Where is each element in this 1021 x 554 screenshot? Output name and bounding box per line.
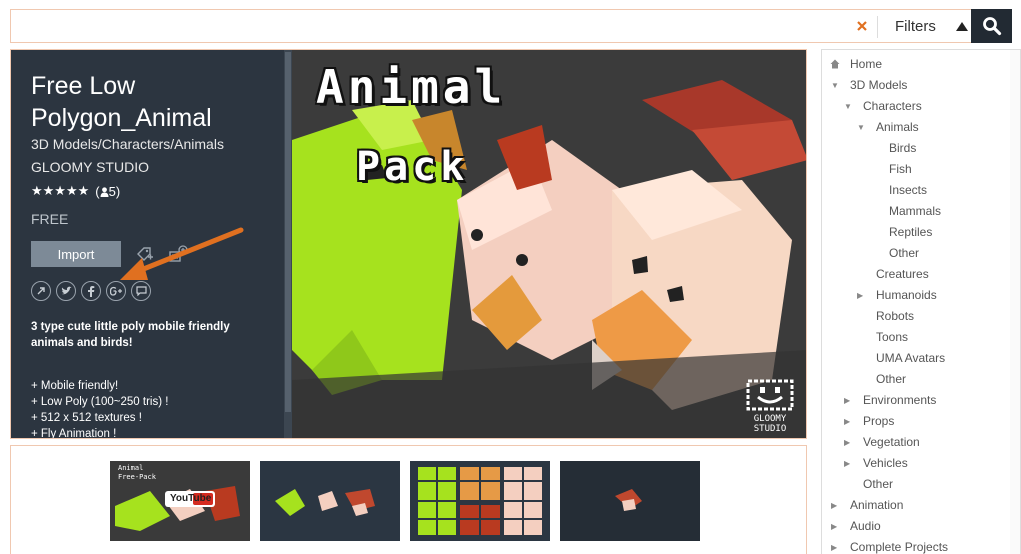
rating-count-wrapper[interactable]: (5) bbox=[95, 184, 120, 199]
sidebar-item-robots[interactable]: Robots bbox=[876, 309, 914, 324]
sidebar-item-mammals[interactable]: Mammals bbox=[889, 204, 941, 219]
feature-item: + Fly Animation ! bbox=[31, 428, 117, 439]
sidebar-item-audio[interactable]: Audio bbox=[850, 519, 881, 534]
caret-right-icon[interactable]: ▶ bbox=[857, 288, 863, 303]
scrollbar-thumb[interactable] bbox=[285, 52, 291, 412]
product-panel: Free Low Polygon_Animal 3D Models/Charac… bbox=[10, 49, 807, 439]
sidebar-item-insects[interactable]: Insects bbox=[889, 183, 927, 198]
search-button[interactable] bbox=[971, 9, 1012, 43]
home-icon bbox=[830, 59, 840, 69]
caret-down-icon[interactable]: ▼ bbox=[831, 78, 839, 93]
search-icon bbox=[982, 17, 1001, 36]
sidebar-item-other[interactable]: Other bbox=[863, 477, 893, 492]
studio-logo-text: GLOOMY STUDIO bbox=[753, 414, 787, 434]
thumbnail-image[interactable] bbox=[260, 461, 400, 541]
sidebar-item-vehicles[interactable]: Vehicles bbox=[863, 456, 908, 471]
caret-right-icon[interactable]: ▶ bbox=[831, 540, 837, 554]
triangle-up-icon bbox=[955, 21, 968, 31]
caret-down-icon[interactable]: ▼ bbox=[844, 99, 852, 114]
youtube-logo: YouTube bbox=[170, 493, 212, 504]
annotation-arrow bbox=[120, 227, 244, 280]
info-scrollbar[interactable] bbox=[284, 50, 292, 438]
link-share-icon[interactable] bbox=[31, 281, 51, 301]
rating: ★★★★★ (5) bbox=[31, 183, 291, 199]
sidebar-item-fish[interactable]: Fish bbox=[889, 162, 912, 177]
sidebar-item-animals[interactable]: Animals bbox=[876, 120, 919, 135]
sidebar-item-vegetation[interactable]: Vegetation bbox=[863, 435, 920, 450]
caret-right-icon[interactable]: ▶ bbox=[844, 456, 850, 471]
hero-title-line2: Pack bbox=[356, 144, 469, 190]
feature-item: + Mobile friendly! bbox=[31, 380, 119, 392]
product-title: Free Low Polygon_Animal bbox=[31, 72, 212, 132]
product-category-link[interactable]: 3D Models/Characters/Animals bbox=[31, 136, 291, 152]
sidebar-item-other[interactable]: Other bbox=[889, 246, 919, 261]
thumbnail-art bbox=[560, 461, 700, 541]
sidebar-item-animation[interactable]: Animation bbox=[850, 498, 903, 513]
thumbnail-image[interactable] bbox=[410, 461, 550, 541]
caret-right-icon[interactable]: ▶ bbox=[831, 519, 837, 534]
sidebar-item-props[interactable]: Props bbox=[863, 414, 894, 429]
sidebar-item-home[interactable]: Home bbox=[850, 57, 882, 72]
search-bar: Filters bbox=[10, 9, 1012, 43]
clear-search-icon[interactable] bbox=[854, 18, 870, 34]
divider bbox=[877, 16, 878, 38]
facebook-icon[interactable] bbox=[81, 281, 101, 301]
sidebar-item-3d-models[interactable]: 3D Models bbox=[850, 78, 907, 93]
caret-right-icon[interactable]: ▶ bbox=[831, 498, 837, 513]
product-description: 3 type cute little poly mobile friendly … bbox=[31, 321, 230, 349]
sidebar-item-reptiles[interactable]: Reptiles bbox=[889, 225, 932, 240]
category-sidebar: Home ▼ 3D Models ▼ Characters ▼ Animals Birds Fi… bbox=[821, 49, 1021, 554]
twitter-icon[interactable] bbox=[56, 281, 76, 301]
caret-right-icon[interactable]: ▶ bbox=[844, 414, 850, 429]
hero-image[interactable]: Animal Pack GLOOMY STUDIO bbox=[292, 50, 806, 438]
smiley-logo-icon bbox=[746, 379, 794, 411]
thumbnail-strip: Animal Free-Pack YouTube bbox=[10, 445, 807, 554]
filters-label: Filters bbox=[895, 17, 936, 35]
thumbnail-caption: Animal bbox=[118, 464, 144, 472]
sidebar-item-characters[interactable]: Characters bbox=[863, 99, 922, 114]
thumbnail-image[interactable] bbox=[560, 461, 700, 541]
feature-list: + Mobile friendly! + Low Poly (100~250 t… bbox=[31, 378, 291, 439]
sidebar-item-creatures[interactable]: Creatures bbox=[876, 267, 929, 282]
sidebar-item-complete-projects[interactable]: Complete Projects bbox=[850, 540, 948, 554]
product-info: Free Low Polygon_Animal 3D Models/Charac… bbox=[11, 50, 291, 439]
rating-count: 5 bbox=[108, 183, 116, 199]
sidebar-item-other[interactable]: Other bbox=[876, 372, 906, 387]
star-rating: ★★★★★ bbox=[31, 183, 90, 198]
sidebar-item-toons[interactable]: Toons bbox=[876, 330, 908, 345]
sidebar-scrollbar[interactable] bbox=[1010, 50, 1020, 554]
sidebar-item-uma-avatars[interactable]: UMA Avatars bbox=[876, 351, 945, 366]
hero-title-line1: Animal bbox=[316, 60, 507, 114]
caret-right-icon[interactable]: ▶ bbox=[844, 435, 850, 450]
thumbnail-art bbox=[260, 461, 400, 541]
caret-right-icon[interactable]: ▶ bbox=[844, 393, 850, 408]
user-icon bbox=[100, 186, 109, 197]
feature-item: + Low Poly (100~250 tris) ! bbox=[31, 396, 169, 408]
thumbnail-caption: Free-Pack bbox=[118, 473, 156, 481]
feature-item: + 512 x 512 textures ! bbox=[31, 412, 142, 424]
sidebar-item-environments[interactable]: Environments bbox=[863, 393, 936, 408]
publisher-link[interactable]: GLOOMY STUDIO bbox=[31, 159, 291, 175]
studio-logo: GLOOMY STUDIO bbox=[742, 379, 798, 434]
search-input[interactable] bbox=[11, 10, 851, 42]
filters-toggle[interactable]: Filters bbox=[885, 10, 975, 42]
caret-down-icon[interactable]: ▼ bbox=[857, 120, 865, 135]
sidebar-item-birds[interactable]: Birds bbox=[889, 141, 916, 156]
thumbnail-video[interactable]: Animal Free-Pack YouTube bbox=[110, 461, 250, 541]
thumbnail-art bbox=[410, 461, 550, 541]
sidebar-item-humanoids[interactable]: Humanoids bbox=[876, 288, 937, 303]
